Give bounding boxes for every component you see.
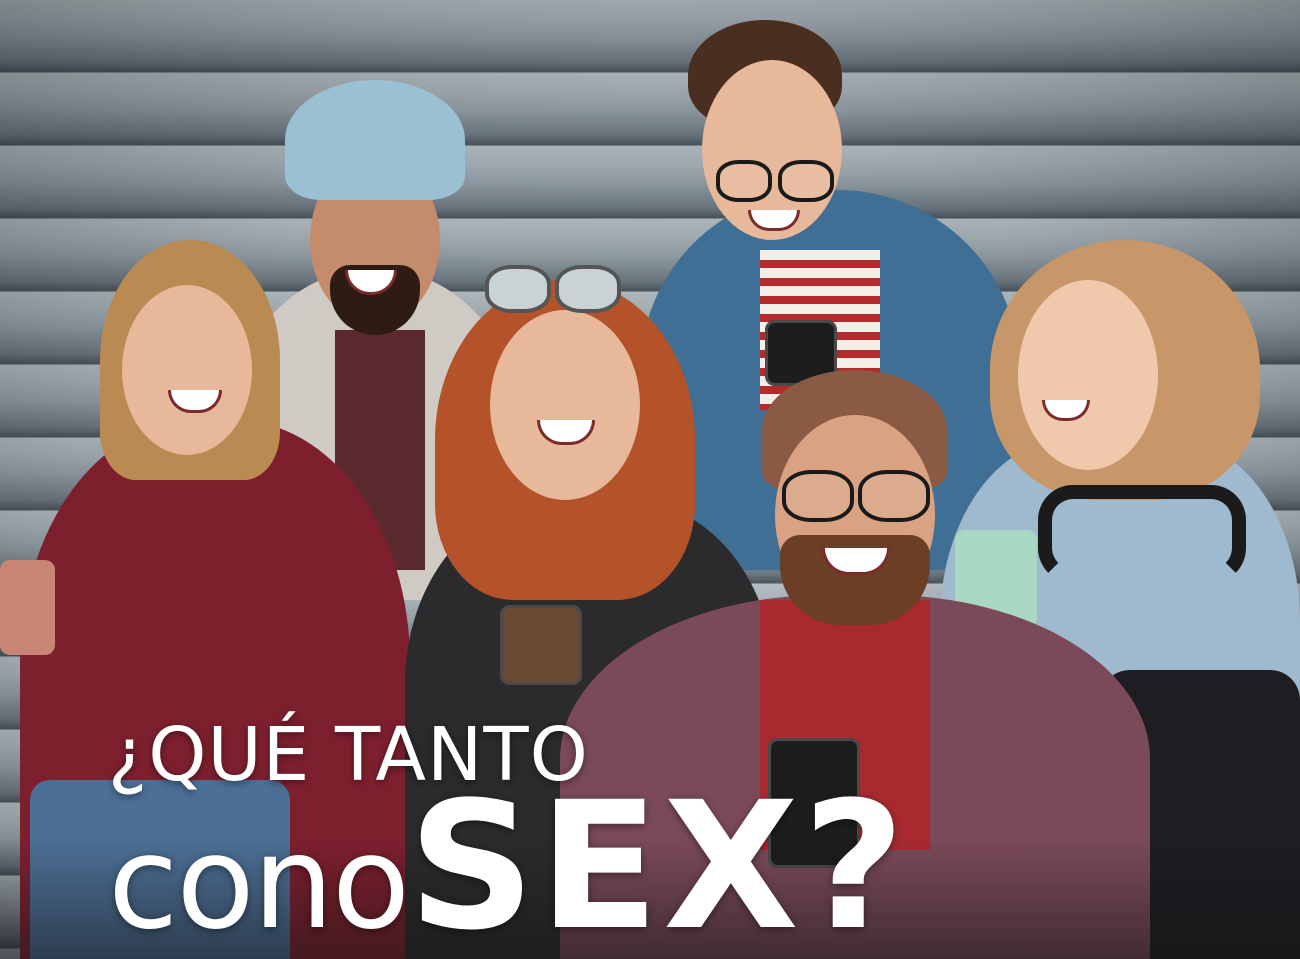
headline-sex: SEX? — [408, 764, 909, 959]
headline-main: conoSEX? — [108, 779, 909, 959]
headline: ¿QUÉ TANTO conoSEX? — [108, 712, 909, 959]
poster: ¿QUÉ TANTO conoSEX? — [0, 0, 1300, 959]
headline-cono: cono — [108, 809, 410, 958]
